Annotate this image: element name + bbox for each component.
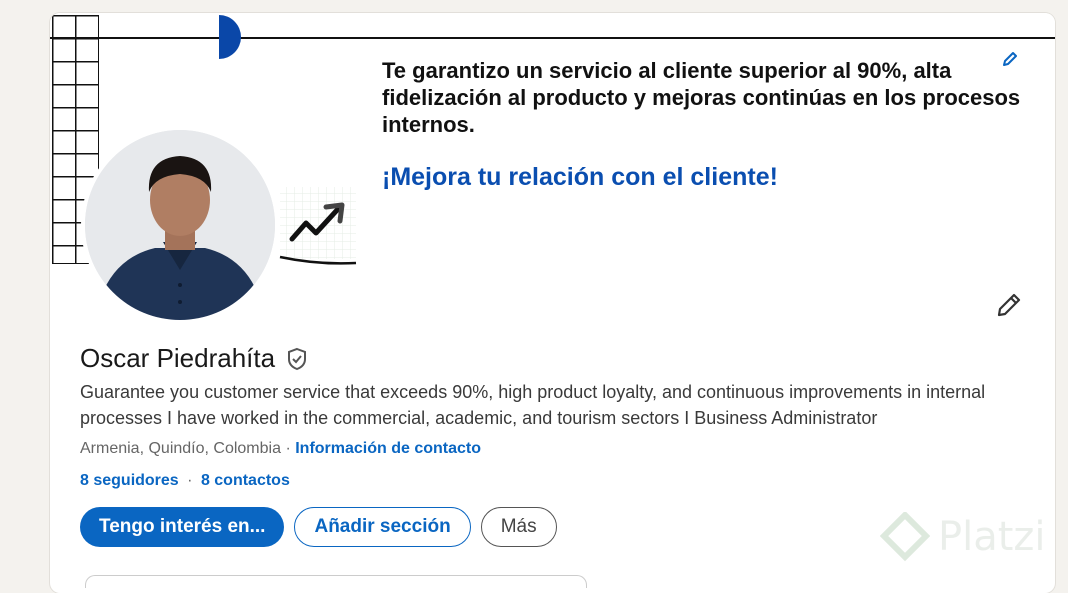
contact-info-link[interactable]: Información de contacto [295,440,481,457]
profile-actions: Tengo interés en... Añadir sección Más [80,507,557,547]
open-to-button[interactable]: Tengo interés en... [80,507,285,547]
platzi-watermark: Platzi [880,512,1046,562]
banner-cta: ¡Mejora tu relación con el cliente! [382,163,778,191]
profile-headline: Guarantee you customer service that exce… [80,382,986,428]
name-row: Oscar Piedrahíta [80,343,309,374]
avatar[interactable] [85,130,275,320]
watermark-text: Platzi [938,514,1046,560]
location-separator: · [285,440,291,457]
verified-icon[interactable] [285,347,309,371]
banner-headline: Te garantizo un servicio al cliente supe… [382,58,1021,137]
banner-half-circle-decoration [219,15,241,59]
edit-banner-icon[interactable] [1000,49,1020,69]
connections-row: 8 seguidores · 8 contactos [80,472,290,490]
profile-location: Armenia, Quindío, Colombia [80,440,281,457]
edit-profile-icon[interactable] [994,290,1024,320]
followers-link[interactable]: 8 seguidores [80,472,179,489]
add-section-button[interactable]: Añadir sección [294,507,471,547]
profile-card: Te garantizo un servicio al cliente supe… [50,13,1055,593]
platzi-logo-icon [880,512,930,562]
profile-name: Oscar Piedrahíta [80,343,276,373]
location-row: Armenia, Quindío, Colombia · Información… [80,440,481,458]
banner-line-decoration [50,37,1055,39]
connections-separator: · [187,472,193,489]
chart-trend-icon [279,187,357,265]
avatar-photo [85,130,275,320]
connections-link[interactable]: 8 contactos [201,472,290,489]
more-button[interactable]: Más [480,507,557,547]
